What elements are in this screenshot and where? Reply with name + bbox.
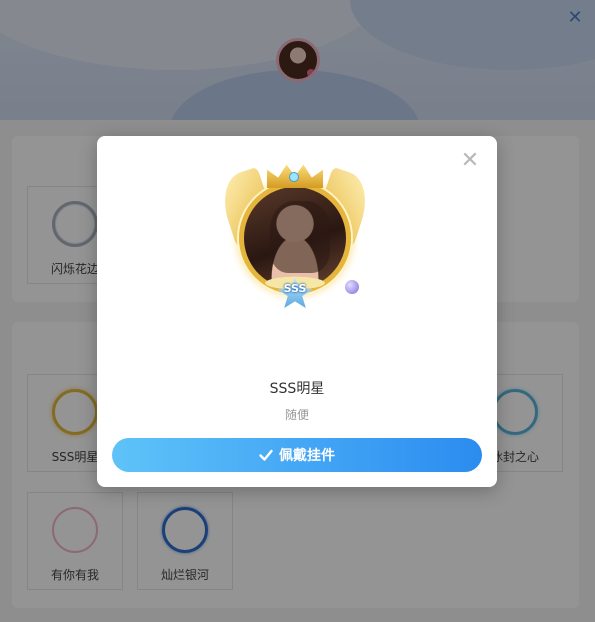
orb-icon [345,280,359,294]
frame-name: SSS明星 [269,381,325,397]
frame-description: 随便 [284,408,309,422]
close-icon[interactable]: ✕ [459,150,481,172]
check-icon [259,449,273,461]
gem-icon [289,172,299,182]
wear-frame-button[interactable]: 佩戴挂件 [112,438,482,472]
avatar-photo [270,201,330,273]
wear-button-label: 佩戴挂件 [279,447,335,463]
badge-label: SSS [283,282,307,295]
frame-preview-image: SSS [215,162,375,312]
frame-preview-dialog: ✕ SSS SSS明星 随便 佩戴挂件 [97,136,497,487]
